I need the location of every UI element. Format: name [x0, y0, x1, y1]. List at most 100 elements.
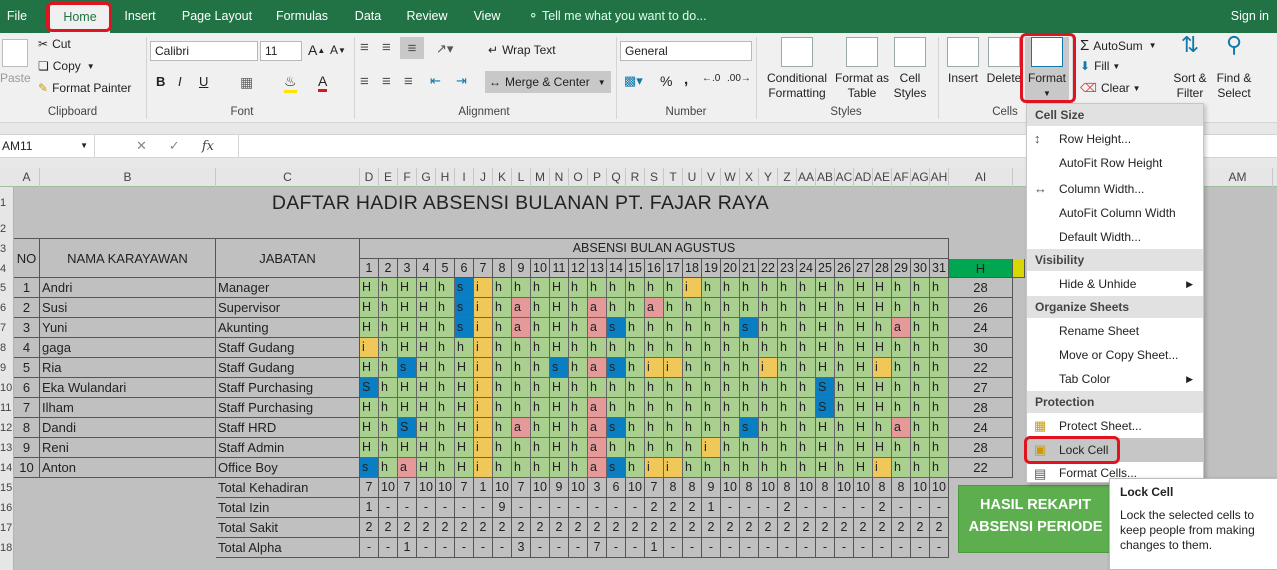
attendance-cell[interactable]: i	[683, 278, 702, 298]
row-header[interactable]: 12	[0, 418, 14, 438]
total-hadir[interactable]: 28	[949, 398, 1013, 418]
attendance-cell[interactable]: h	[930, 378, 949, 398]
attendance-cell[interactable]: h	[531, 458, 550, 478]
attendance-cell[interactable]: i	[360, 338, 379, 358]
header-hadir[interactable]: H	[949, 259, 1013, 278]
summary-value[interactable]: 8	[683, 478, 702, 498]
attendance-cell[interactable]: H	[816, 458, 835, 478]
attendance-cell[interactable]: h	[778, 458, 797, 478]
day-header[interactable]: 13	[588, 259, 607, 278]
row-header[interactable]: 11	[0, 398, 14, 418]
attendance-cell[interactable]: H	[550, 338, 569, 358]
attendance-cell[interactable]: h	[702, 358, 721, 378]
attendance-cell[interactable]: h	[512, 398, 531, 418]
summary-value[interactable]: 1	[474, 478, 493, 498]
attendance-cell[interactable]: H	[360, 418, 379, 438]
summary-value[interactable]: 2	[683, 518, 702, 538]
attendance-cell[interactable]: h	[531, 378, 550, 398]
rekap-box[interactable]: HASIL REKAPIT ABSENSI PERIODE	[958, 485, 1113, 553]
employee-job[interactable]: Staff Purchasing	[216, 378, 360, 398]
attendance-cell[interactable]: h	[721, 318, 740, 338]
attendance-cell[interactable]: h	[911, 358, 930, 378]
attendance-cell[interactable]: h	[778, 398, 797, 418]
attendance-cell[interactable]: i	[873, 458, 892, 478]
employee-name[interactable]: Ilham	[40, 398, 216, 418]
summary-value[interactable]: -	[626, 538, 645, 558]
attendance-cell[interactable]: h	[664, 338, 683, 358]
summary-value[interactable]: 2	[455, 518, 474, 538]
attendance-cell[interactable]: h	[702, 398, 721, 418]
day-header[interactable]: 20	[721, 259, 740, 278]
attendance-cell[interactable]: h	[911, 378, 930, 398]
summary-value[interactable]: 2	[721, 518, 740, 538]
summary-value[interactable]: -	[531, 538, 550, 558]
attendance-cell[interactable]: h	[873, 318, 892, 338]
attendance-cell[interactable]: h	[740, 298, 759, 318]
attendance-cell[interactable]: h	[493, 458, 512, 478]
attendance-cell[interactable]: h	[645, 378, 664, 398]
column-header[interactable]: M	[531, 168, 550, 187]
attendance-cell[interactable]: h	[911, 298, 930, 318]
employee-name[interactable]: Ria	[40, 358, 216, 378]
summary-value[interactable]: -	[569, 498, 588, 518]
attendance-cell[interactable]: h	[930, 358, 949, 378]
summary-value[interactable]: 10	[911, 478, 930, 498]
employee-job[interactable]: Akunting	[216, 318, 360, 338]
attendance-cell[interactable]: h	[797, 278, 816, 298]
attendance-cell[interactable]: H	[816, 298, 835, 318]
attendance-cell[interactable]: h	[645, 398, 664, 418]
attendance-cell[interactable]: H	[550, 458, 569, 478]
merge-center-button[interactable]: ↔ Merge & Center ▼	[485, 71, 611, 93]
attendance-cell[interactable]: h	[892, 378, 911, 398]
attendance-cell[interactable]: H	[873, 378, 892, 398]
summary-value[interactable]: 8	[892, 478, 911, 498]
format-cells-button[interactable]: Format ▼	[1025, 37, 1069, 101]
attendance-cell[interactable]: h	[607, 278, 626, 298]
summary-label[interactable]: Total Sakit	[216, 518, 360, 538]
summary-value[interactable]: 10	[379, 478, 398, 498]
attendance-cell[interactable]: h	[892, 438, 911, 458]
attendance-cell[interactable]: h	[493, 378, 512, 398]
attendance-cell[interactable]: i	[474, 318, 493, 338]
attendance-cell[interactable]: h	[436, 438, 455, 458]
summary-value[interactable]: -	[436, 538, 455, 558]
day-header[interactable]: 3	[398, 259, 417, 278]
attendance-cell[interactable]: h	[778, 318, 797, 338]
attendance-cell[interactable]: a	[512, 298, 531, 318]
summary-value[interactable]: 2	[474, 518, 493, 538]
attendance-cell[interactable]: H	[873, 298, 892, 318]
attendance-cell[interactable]: h	[531, 318, 550, 338]
attendance-cell[interactable]: h	[512, 338, 531, 358]
attendance-cell[interactable]: h	[531, 358, 550, 378]
attendance-cell[interactable]: h	[531, 338, 550, 358]
summary-value[interactable]: -	[683, 538, 702, 558]
summary-value[interactable]: 2	[873, 498, 892, 518]
attendance-cell[interactable]: h	[721, 278, 740, 298]
attendance-cell[interactable]: h	[493, 338, 512, 358]
number-format-select[interactable]: General	[620, 41, 752, 61]
attendance-cell[interactable]: h	[588, 278, 607, 298]
attendance-cell[interactable]: a	[588, 318, 607, 338]
attendance-cell[interactable]: h	[721, 378, 740, 398]
column-header[interactable]: Q	[607, 168, 626, 187]
attendance-cell[interactable]: h	[569, 418, 588, 438]
summary-label[interactable]: Total Kehadiran	[216, 478, 360, 498]
attendance-cell[interactable]: H	[816, 318, 835, 338]
column-header[interactable]: Y	[759, 168, 778, 187]
align-top-icon[interactable]: ≡	[360, 39, 369, 56]
attendance-cell[interactable]: h	[569, 318, 588, 338]
attendance-cell[interactable]: H	[550, 378, 569, 398]
currency-icon[interactable]: ▩▾	[624, 73, 643, 89]
attendance-cell[interactable]: a	[892, 418, 911, 438]
total-hadir[interactable]: 22	[949, 458, 1013, 478]
day-header[interactable]: 30	[911, 259, 930, 278]
day-header[interactable]: 23	[778, 259, 797, 278]
menu-item-autofit-column[interactable]: AutoFit Column Width	[1027, 201, 1203, 225]
summary-value[interactable]: 8	[816, 478, 835, 498]
column-header[interactable]: AC	[835, 168, 854, 187]
attendance-cell[interactable]: s	[455, 278, 474, 298]
attendance-cell[interactable]: h	[436, 318, 455, 338]
column-header[interactable]: G	[417, 168, 436, 187]
employee-no[interactable]: 4	[14, 338, 40, 358]
summary-value[interactable]: 2	[683, 498, 702, 518]
